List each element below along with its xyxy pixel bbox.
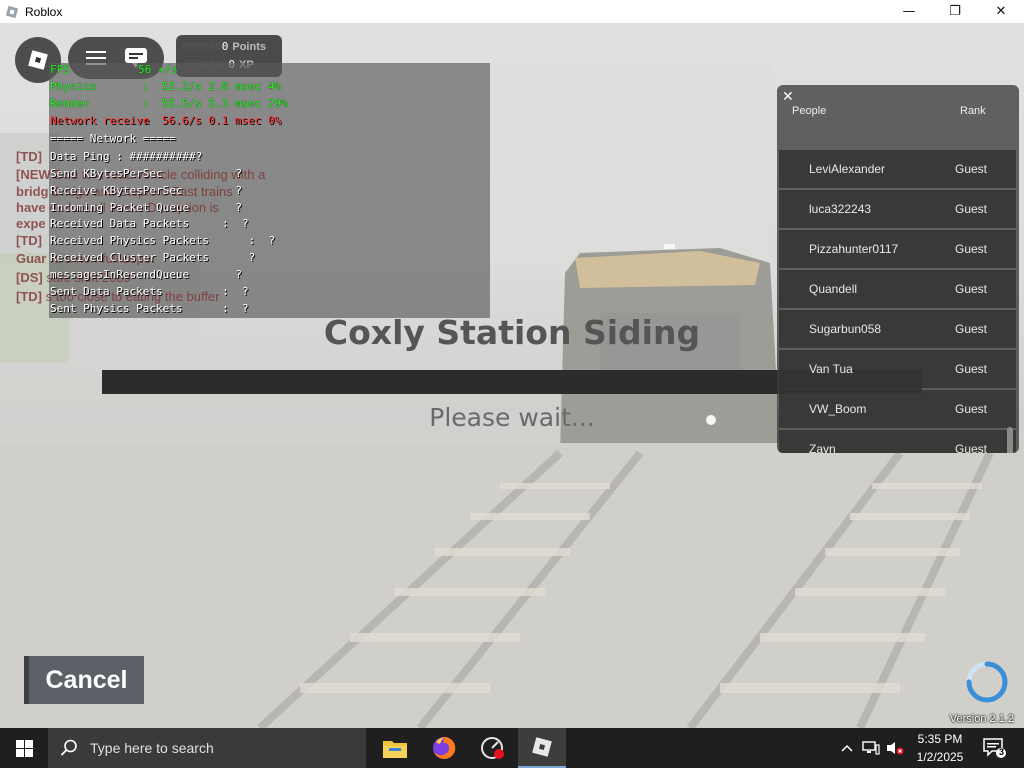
player-rank: Guest (955, 162, 988, 176)
close-icon[interactable]: ✕ (782, 89, 794, 105)
folder-icon (383, 741, 407, 758)
loading-spinner-icon (966, 661, 1008, 703)
player-name: Van Tua (809, 362, 853, 376)
firefox-taskbar-button[interactable] (420, 728, 468, 768)
player-row[interactable]: LeviAlexander Guest (779, 150, 1016, 188)
taskbar-clock[interactable]: 5:35 PM 1/2/2025 (905, 730, 975, 766)
player-name: Sugarbun058 (809, 322, 882, 336)
player-name: Quandell (809, 282, 858, 296)
chat-message: [TD] (16, 233, 42, 248)
stat-received-cluster: Received Cluster Packets ? (50, 251, 256, 264)
minimize-button[interactable]: — (886, 0, 932, 23)
player-name: VW_Boom (809, 402, 867, 416)
stat-data-ping: Data Ping : ##########? (50, 150, 203, 163)
player-rank: Guest (955, 282, 988, 296)
roblox-logo-icon (532, 737, 552, 757)
window-titlebar: Roblox — ❐ ✕ (0, 0, 1024, 23)
player-row[interactable]: Zayn Guest (779, 430, 1016, 453)
gauge-record-icon (481, 737, 504, 759)
player-name: luca322243 (809, 202, 872, 216)
taskbar-search-box[interactable]: Type here to search (48, 728, 366, 768)
stat-render-value: : 55.5/s 5.3 msec 29% (142, 97, 288, 110)
points-label: Points (232, 41, 266, 53)
player-rank: Guest (955, 442, 988, 453)
stat-network-receive-label: Network receive (50, 114, 150, 127)
windows-taskbar: Type here to search 5:35 PM 1/2/2025 3 (0, 728, 1024, 768)
close-button[interactable]: ✕ (978, 0, 1024, 23)
player-name: Pizzahunter0117 (809, 242, 899, 256)
firefox-icon (433, 736, 456, 759)
player-row[interactable]: Quandell Guest (779, 270, 1016, 308)
roblox-logo-icon (28, 50, 48, 70)
stat-network-header: ===== Network ===== (50, 132, 176, 145)
version-label: Version 2.1.2 (949, 713, 1014, 725)
player-list-scrollbar[interactable] (1007, 427, 1013, 453)
stat-sent-data: Sent Data Packets : ? (50, 285, 249, 298)
column-rank: Rank (960, 105, 986, 117)
player-list-header: ✕ People Rank (777, 85, 1019, 123)
roblox-app-icon (5, 5, 19, 18)
recorder-taskbar-button[interactable] (469, 728, 517, 768)
chat-message: expe (16, 216, 46, 231)
points-dim-digits: 000000 (182, 40, 222, 53)
stat-physics-value: : 52.2/s 2.8 msec 4% (142, 80, 282, 93)
player-rank: Guest (955, 322, 988, 336)
stat-receive-kbytes: Receive KBytesPerSec ? (50, 184, 243, 197)
chat-message: [TD] (16, 149, 42, 164)
player-rank: Guest (955, 402, 988, 416)
stat-render-label: Render (50, 97, 90, 110)
player-rank: Guest (955, 202, 988, 216)
windows-logo-icon (15, 739, 33, 757)
volume-muted-icon[interactable] (884, 728, 906, 768)
start-button[interactable] (0, 728, 48, 768)
player-list: ✕ People Rank LeviAlexander Guest luca322… (777, 85, 1019, 453)
stat-fps-value: 56 +/s (138, 63, 178, 76)
player-row[interactable]: Pizzahunter0117 Guest (779, 230, 1016, 268)
search-placeholder: Type here to search (90, 740, 214, 756)
player-row[interactable]: VW_Boom Guest (779, 390, 1016, 428)
player-name: Zayn (809, 442, 836, 453)
clock-date: 1/2/2025 (916, 750, 964, 764)
stat-send-kbytes: Send KBytesPerSec ? (50, 167, 243, 180)
search-icon (60, 739, 77, 756)
tray-overflow-chevron-icon[interactable] (838, 728, 856, 768)
network-icon[interactable] (860, 728, 882, 768)
game-viewport: 0000000Points 00000000XP [TD] [NEW Due t… (0, 23, 1024, 728)
window-title: Roblox (25, 4, 63, 19)
player-rank: Guest (955, 362, 988, 376)
player-rank: Guest (955, 242, 988, 256)
player-row[interactable]: Sugarbun058 Guest (779, 310, 1016, 348)
player-name: LeviAlexander (809, 162, 886, 176)
stat-received-physics: Received Physics Packets : ? (50, 234, 276, 247)
player-row[interactable]: luca322243 Guest (779, 190, 1016, 228)
column-people: People (792, 105, 827, 117)
clock-time: 5:35 PM (917, 732, 963, 746)
points-value: 0 (221, 40, 229, 53)
stat-received-data: Received Data Packets : ? (50, 217, 249, 230)
notifications-button[interactable]: 3 (980, 728, 1010, 768)
stat-incoming-queue: Incoming Packet Queue ? (50, 201, 243, 214)
roblox-taskbar-button[interactable] (518, 728, 566, 768)
stat-resend-queue: messagesInResendQueue ? (50, 268, 243, 281)
stat-network-receive-value: : 56.6/s 0.1 msec 0% (142, 114, 282, 127)
file-explorer-taskbar-button[interactable] (371, 728, 419, 768)
maximize-button[interactable]: ❐ (932, 0, 978, 23)
points-row: 0000000 Points (182, 38, 276, 56)
notification-count: 3 (999, 747, 1005, 757)
player-row[interactable]: Van Tua Guest (779, 350, 1016, 388)
stat-fps-label: FPS (50, 63, 70, 76)
stat-physics-label: Physics (50, 80, 97, 93)
cancel-button[interactable]: Cancel (24, 656, 144, 704)
